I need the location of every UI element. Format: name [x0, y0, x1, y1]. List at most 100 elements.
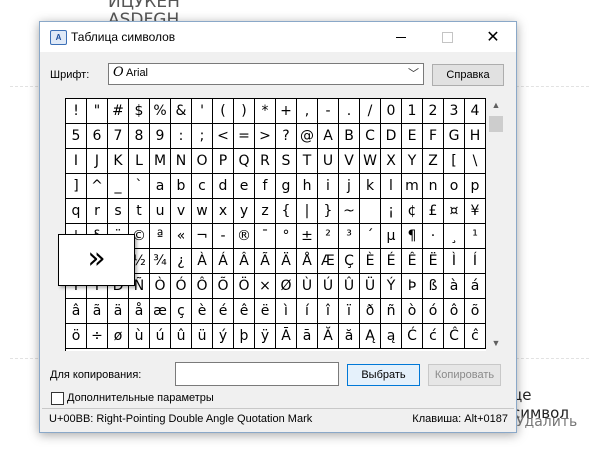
character-cell[interactable]: ì: [276, 299, 297, 324]
character-cell[interactable]: ó: [423, 299, 444, 324]
character-cell[interactable]: I: [66, 149, 87, 174]
character-cell[interactable]: £: [423, 199, 444, 224]
character-cell[interactable]: î: [318, 299, 339, 324]
character-cell[interactable]: ú: [150, 324, 171, 349]
character-cell[interactable]: í: [297, 299, 318, 324]
character-cell[interactable]: ': [192, 99, 213, 124]
character-cell[interactable]: Ê: [402, 249, 423, 274]
character-cell[interactable]: ¡: [381, 199, 402, 224]
character-cell[interactable]: d: [213, 174, 234, 199]
character-cell[interactable]: ¯: [255, 224, 276, 249]
character-cell[interactable]: Ą: [360, 324, 381, 349]
character-cell[interactable]: È: [360, 249, 381, 274]
character-cell[interactable]: Õ: [213, 274, 234, 299]
character-cell[interactable]: R: [255, 149, 276, 174]
character-cell[interactable]: ³: [339, 224, 360, 249]
title-bar[interactable]: A Таблица символов ✕: [40, 22, 516, 52]
character-cell[interactable]: W: [360, 149, 381, 174]
character-cell[interactable]: ~: [339, 199, 360, 224]
character-cell[interactable]: 5: [66, 124, 87, 149]
character-cell[interactable]: ß: [423, 274, 444, 299]
character-cell[interactable]: Ā: [276, 324, 297, 349]
character-cell[interactable]: ª: [150, 224, 171, 249]
character-cell[interactable]: Ä: [276, 249, 297, 274]
character-cell[interactable]: 9: [150, 124, 171, 149]
character-cell[interactable]: J: [87, 149, 108, 174]
character-cell[interactable]: ²: [318, 224, 339, 249]
character-cell[interactable]: ć: [423, 324, 444, 349]
character-cell[interactable]: -: [213, 224, 234, 249]
character-cell[interactable]: }: [318, 199, 339, 224]
character-cell[interactable]: Ç: [339, 249, 360, 274]
character-cell[interactable]: ô: [444, 299, 465, 324]
scroll-down-icon[interactable]: ▼: [488, 338, 504, 348]
select-button[interactable]: Выбрать: [347, 364, 420, 386]
character-cell[interactable]: ÷: [87, 324, 108, 349]
character-cell[interactable]: ¾: [150, 249, 171, 274]
character-cell[interactable]: Y: [402, 149, 423, 174]
character-cell[interactable]: r: [87, 199, 108, 224]
character-cell[interactable]: ü: [192, 324, 213, 349]
character-cell[interactable]: $: [129, 99, 150, 124]
character-cell[interactable]: é: [213, 299, 234, 324]
character-cell[interactable]: ]: [66, 174, 87, 199]
character-cell[interactable]: o: [444, 174, 465, 199]
character-cell[interactable]: þ: [234, 324, 255, 349]
character-cell[interactable]: v: [171, 199, 192, 224]
character-cell[interactable]: .: [339, 99, 360, 124]
character-cell[interactable]: 3: [444, 99, 465, 124]
character-cell[interactable]: E: [402, 124, 423, 149]
character-cell[interactable]: q: [66, 199, 87, 224]
character-cell[interactable]: F: [423, 124, 444, 149]
character-cell[interactable]: Q: [234, 149, 255, 174]
character-cell[interactable]: Ò: [150, 274, 171, 299]
character-cell[interactable]: ¸: [444, 224, 465, 249]
copy-input[interactable]: [175, 362, 339, 386]
character-cell[interactable]: Á: [213, 249, 234, 274]
character-cell[interactable]: &: [171, 99, 192, 124]
character-cell[interactable]: [: [444, 149, 465, 174]
character-cell[interactable]: H: [465, 124, 486, 149]
character-cell[interactable]: 6: [87, 124, 108, 149]
character-cell[interactable]: Ø: [276, 274, 297, 299]
character-cell[interactable]: Å: [297, 249, 318, 274]
character-cell[interactable]: L: [129, 149, 150, 174]
character-cell[interactable]: ù: [129, 324, 150, 349]
character-cell[interactable]: f: [255, 174, 276, 199]
character-cell[interactable]: C: [360, 124, 381, 149]
character-cell[interactable]: e: [234, 174, 255, 199]
character-cell[interactable]: Ć: [402, 324, 423, 349]
character-cell[interactable]: t: [129, 199, 150, 224]
character-cell[interactable]: µ: [381, 224, 402, 249]
character-cell[interactable]: Í: [465, 249, 486, 274]
character-cell[interactable]: <: [213, 124, 234, 149]
character-cell[interactable]: ý: [213, 324, 234, 349]
character-cell[interactable]: ;: [192, 124, 213, 149]
character-cell[interactable]: %: [150, 99, 171, 124]
character-cell[interactable]: {: [276, 199, 297, 224]
character-cell[interactable]: z: [255, 199, 276, 224]
character-cell[interactable]: ë: [255, 299, 276, 324]
character-cell[interactable]: 0: [381, 99, 402, 124]
character-cell[interactable]: ÿ: [255, 324, 276, 349]
character-cell[interactable]: p: [465, 174, 486, 199]
character-cell[interactable]: ": [87, 99, 108, 124]
character-cell[interactable]: å: [129, 299, 150, 324]
character-cell[interactable]: k: [360, 174, 381, 199]
character-cell[interactable]: O: [192, 149, 213, 174]
character-cell[interactable]: ·: [423, 224, 444, 249]
character-cell[interactable]: ¢: [402, 199, 423, 224]
character-cell[interactable]: ¬: [192, 224, 213, 249]
character-cell[interactable]: ä: [108, 299, 129, 324]
character-cell[interactable]: á: [465, 274, 486, 299]
character-cell[interactable]: ñ: [381, 299, 402, 324]
close-button[interactable]: ✕: [470, 22, 516, 52]
character-cell[interactable]: 7: [108, 124, 129, 149]
character-cell[interactable]: @: [297, 124, 318, 149]
character-cell[interactable]: ^: [87, 174, 108, 199]
character-cell[interactable]: >: [255, 124, 276, 149]
character-cell[interactable]: æ: [150, 299, 171, 324]
character-cell[interactable]: \: [465, 149, 486, 174]
character-cell[interactable]: ö: [66, 324, 87, 349]
character-cell[interactable]: T: [297, 149, 318, 174]
